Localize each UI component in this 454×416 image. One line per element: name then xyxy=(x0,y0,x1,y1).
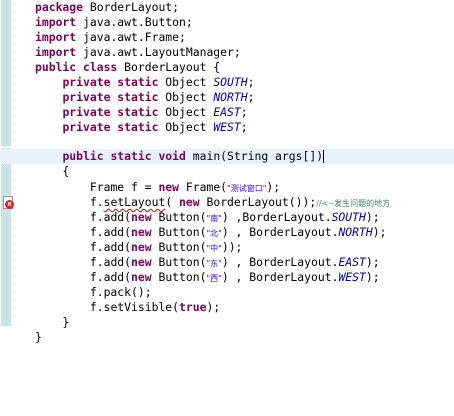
keyword: new xyxy=(158,180,180,194)
code-line: f.add(new Button("北") , BorderLayout.NOR… xyxy=(89,225,387,239)
code-line: Frame f = new Frame("测试窗口"); xyxy=(89,180,281,194)
keyword: package xyxy=(35,0,84,14)
error-squiggle: setLayout xyxy=(103,195,166,209)
code-line: f.setVisible(true); xyxy=(89,300,221,314)
code-line: f.add(new Button("南") ,BorderLayout.SOUT… xyxy=(89,210,380,224)
code-line: private static Object EAST; xyxy=(62,105,248,119)
keyword: import xyxy=(35,45,77,59)
quick-diff-bar xyxy=(1,0,11,146)
keyword: new xyxy=(131,255,152,269)
code-line: f.pack(); xyxy=(35,285,152,299)
code-line: } xyxy=(35,330,42,344)
keyword: public static void xyxy=(62,149,186,163)
static-field: SOUTH xyxy=(331,210,366,224)
static-field: EAST xyxy=(213,105,241,119)
code-line: { xyxy=(35,164,70,178)
string-literal: "北" xyxy=(206,229,222,238)
code-editor[interactable]: package BorderLayout; import java.awt.Bu… xyxy=(0,0,454,416)
code-line: } xyxy=(35,315,70,329)
keyword: public class xyxy=(35,60,118,74)
keyword: import xyxy=(35,15,77,29)
static-field: NORTH xyxy=(338,225,373,239)
keyword: new xyxy=(131,270,152,284)
keyword: private static xyxy=(62,120,159,134)
editor-gutter[interactable]: x xyxy=(0,0,30,416)
static-field: EAST xyxy=(338,255,366,269)
code-line: private static Object SOUTH; xyxy=(62,75,255,89)
keyword: import xyxy=(35,30,77,44)
keyword: private static xyxy=(62,105,159,119)
keyword: private static xyxy=(62,90,159,104)
code-line: import java.awt.Frame; xyxy=(35,30,186,44)
quick-diff-bar xyxy=(1,148,11,326)
code-line: import java.awt.Button; xyxy=(35,15,193,29)
code-line: f.add(new Button("西") , BorderLayout.WES… xyxy=(89,270,380,284)
static-field: WEST xyxy=(338,270,366,284)
code-line: package BorderLayout; xyxy=(35,0,180,14)
code-line: f.add(new Button("中")); xyxy=(89,240,243,254)
static-field: NORTH xyxy=(213,90,248,104)
current-line: public static void main(String args[]) xyxy=(0,149,454,164)
code-line-error: f.setLayout( new BorderLayout());//<--发生… xyxy=(89,195,391,209)
string-literal: "测试窗口" xyxy=(227,184,267,193)
keyword: new xyxy=(179,195,200,209)
static-field: WEST xyxy=(213,120,241,134)
string-literal: "西" xyxy=(206,274,222,283)
code-line: import java.awt.LayoutManager; xyxy=(35,45,241,59)
keyword: true xyxy=(179,300,207,314)
code-line: f.add(new Button("东") , BorderLayout.EAS… xyxy=(89,255,380,269)
text-caret xyxy=(323,150,325,163)
string-literal: "东" xyxy=(206,259,222,268)
static-field: SOUTH xyxy=(213,75,248,89)
keyword: private static xyxy=(62,75,159,89)
code-line: private static Object WEST; xyxy=(62,120,248,134)
comment: //<--发生问题的地方 xyxy=(316,199,391,208)
keyword: new xyxy=(131,210,152,224)
string-literal: "中" xyxy=(206,244,222,253)
code-line: private static Object NORTH; xyxy=(62,90,255,104)
code-line: public class BorderLayout { xyxy=(35,60,221,74)
keyword: new xyxy=(131,225,152,239)
string-literal: "南" xyxy=(206,214,222,223)
keyword: new xyxy=(131,240,152,254)
error-marker-icon[interactable]: x xyxy=(3,196,14,210)
